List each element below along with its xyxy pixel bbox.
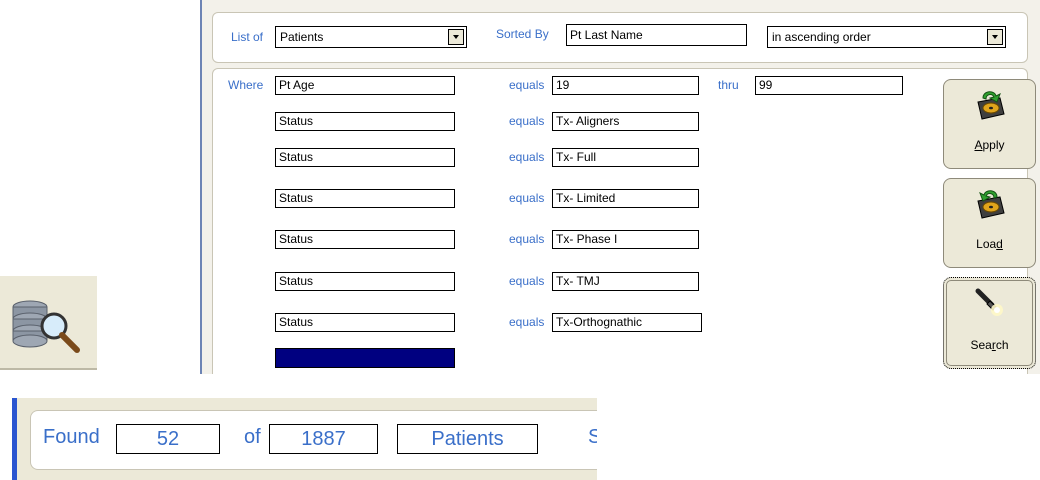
flashlight-icon [975, 288, 1003, 316]
new-criteria-field[interactable] [275, 348, 455, 368]
clipped-label: S [588, 426, 597, 448]
criteria-value[interactable]: Tx- Limited [552, 189, 699, 208]
entity-label: Patients [397, 424, 538, 454]
sorted-by-field[interactable]: Pt Last Name [566, 24, 747, 46]
database-search-tool[interactable] [0, 276, 97, 370]
database-search-icon [12, 300, 80, 353]
total-count: 1887 [269, 424, 378, 454]
criteria-op: equals [509, 232, 545, 246]
criteria-field[interactable]: Status [275, 148, 455, 167]
criteria-field[interactable]: Status [275, 112, 455, 131]
criteria-value[interactable]: Tx- TMJ [552, 272, 699, 291]
apply-button[interactable]: Apply [943, 79, 1036, 169]
criteria-thru-value[interactable]: 99 [755, 76, 903, 95]
criteria-op: equals [509, 315, 545, 329]
disk-apply-icon [976, 91, 1005, 120]
where-label: Where [228, 78, 264, 92]
criteria-op: equals [509, 274, 545, 288]
criteria-value[interactable]: Tx-Orthognathic [552, 313, 702, 332]
criteria-op: equals [509, 114, 545, 128]
apply-label: Apply [974, 138, 1005, 152]
load-label: Load [976, 237, 1003, 251]
criteria-field[interactable]: Status [275, 272, 455, 291]
list-of-label: List of [231, 30, 264, 44]
criteria-op: equals [509, 191, 545, 205]
chevron-down-icon[interactable] [987, 29, 1003, 45]
list-of-select[interactable]: Patients [275, 26, 467, 48]
found-label: Found [43, 426, 100, 448]
criteria-field[interactable]: Status [275, 230, 455, 249]
chevron-down-icon[interactable] [448, 29, 464, 45]
criteria-field[interactable]: Pt Age [275, 76, 455, 95]
criteria-field[interactable]: Status [275, 189, 455, 208]
criteria-field[interactable]: Status [275, 313, 455, 332]
sort-order-select[interactable]: in ascending order [767, 26, 1006, 48]
sorted-by-label: Sorted By [496, 27, 549, 41]
found-count: 52 [116, 424, 220, 454]
criteria-op: equals [509, 78, 545, 92]
list-of-value: Patients [280, 30, 324, 44]
criteria-value[interactable]: Tx- Aligners [552, 112, 699, 131]
thru-label: thru [718, 78, 739, 92]
criteria-value[interactable]: 19 [552, 76, 699, 95]
search-label: Search [970, 338, 1009, 352]
of-label: of [244, 426, 261, 448]
criteria-value[interactable]: Tx- Phase I [552, 230, 699, 249]
disk-load-icon [976, 190, 1005, 219]
criteria-op: equals [509, 150, 545, 164]
sort-order-value: in ascending order [772, 30, 871, 44]
load-button[interactable]: Load [943, 178, 1036, 268]
criteria-value[interactable]: Tx- Full [552, 148, 699, 167]
search-button[interactable]: Search [943, 277, 1036, 369]
